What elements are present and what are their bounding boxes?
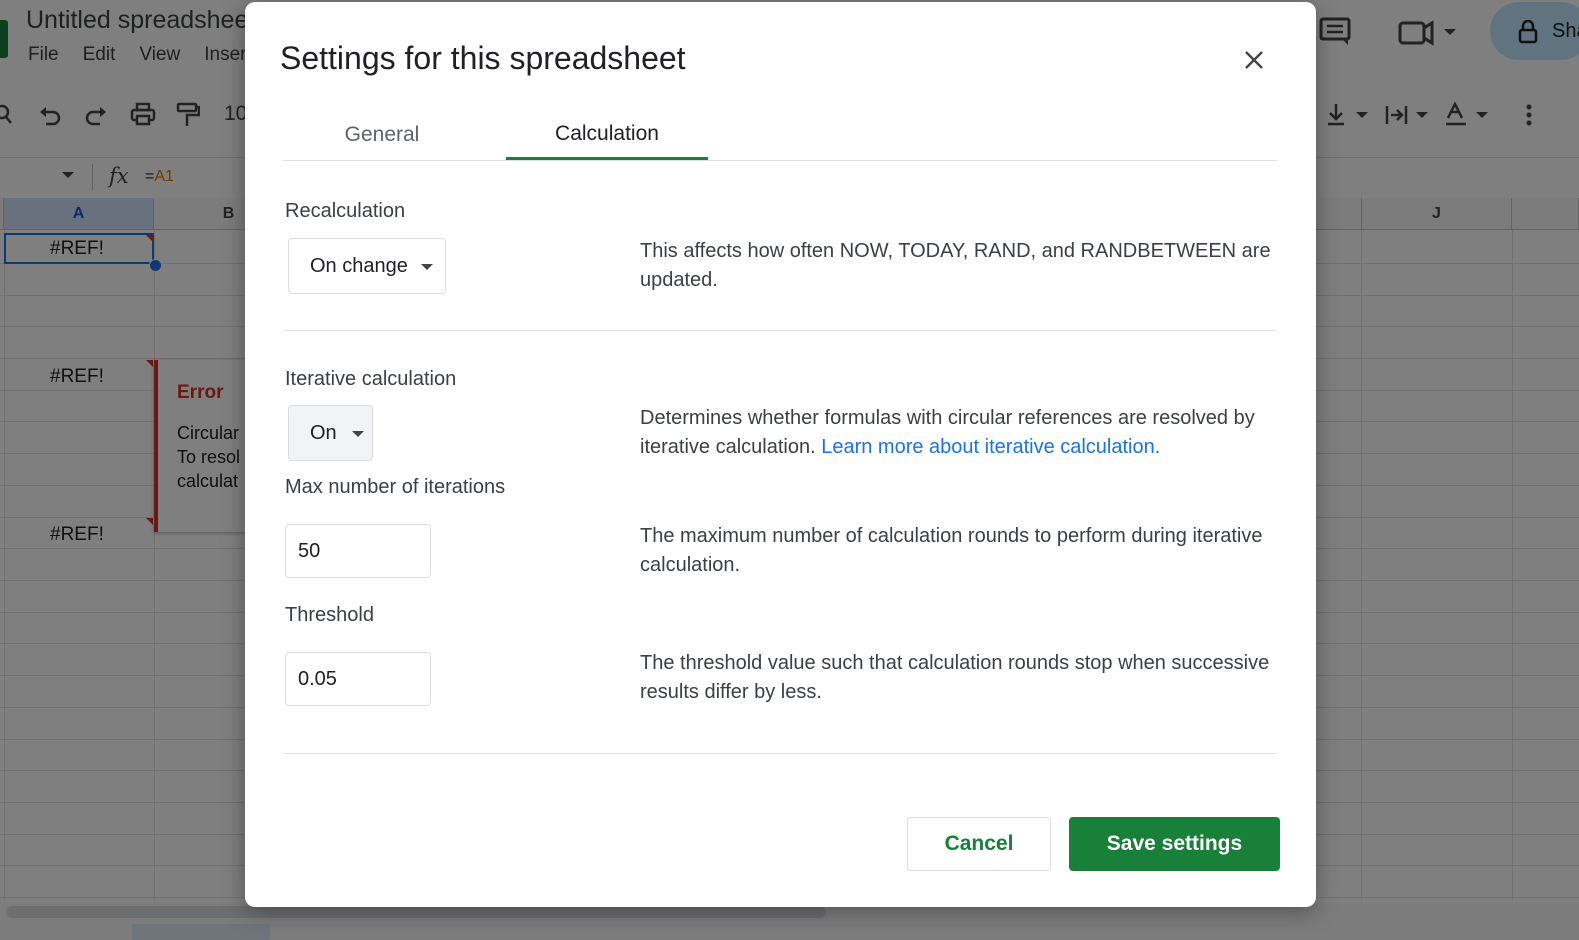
max-iterations-input[interactable]: 50 xyxy=(285,524,431,578)
recalculation-value: On change xyxy=(310,254,408,277)
threshold-description: The threshold value such that calculatio… xyxy=(640,652,1270,703)
chevron-down-icon xyxy=(352,431,364,437)
section-divider xyxy=(284,330,1276,331)
threshold-input[interactable]: 0.05 xyxy=(285,652,431,706)
learn-more-link[interactable]: Learn more about iterative calculation. xyxy=(821,436,1160,458)
settings-dialog: Settings for this spreadsheet General Ca… xyxy=(245,2,1316,907)
max-iterations-description: The maximum number of calculation rounds… xyxy=(640,525,1263,576)
section-divider xyxy=(284,753,1276,754)
iterative-select[interactable]: On xyxy=(288,405,373,461)
iterative-value: On xyxy=(310,421,337,444)
tab-calculation[interactable]: Calculation xyxy=(506,110,708,160)
recalculation-label: Recalculation xyxy=(285,200,406,222)
iterative-label: Iterative calculation xyxy=(285,368,457,390)
chevron-down-icon xyxy=(421,264,433,270)
recalculation-description: This affects how often NOW, TODAY, RAND,… xyxy=(640,240,1271,291)
save-settings-button[interactable]: Save settings xyxy=(1069,817,1280,871)
max-iterations-label: Max number of iterations xyxy=(285,476,506,498)
tab-general[interactable]: General xyxy=(282,110,482,159)
iterative-description: Determines whether formulas with circula… xyxy=(640,404,1280,462)
close-icon[interactable] xyxy=(1240,46,1268,74)
tab-bar: General Calculation xyxy=(282,110,1277,161)
threshold-label: Threshold xyxy=(285,604,374,626)
cancel-button[interactable]: Cancel xyxy=(907,817,1051,871)
dialog-title: Settings for this spreadsheet xyxy=(280,40,686,76)
recalculation-select[interactable]: On change xyxy=(288,238,446,294)
